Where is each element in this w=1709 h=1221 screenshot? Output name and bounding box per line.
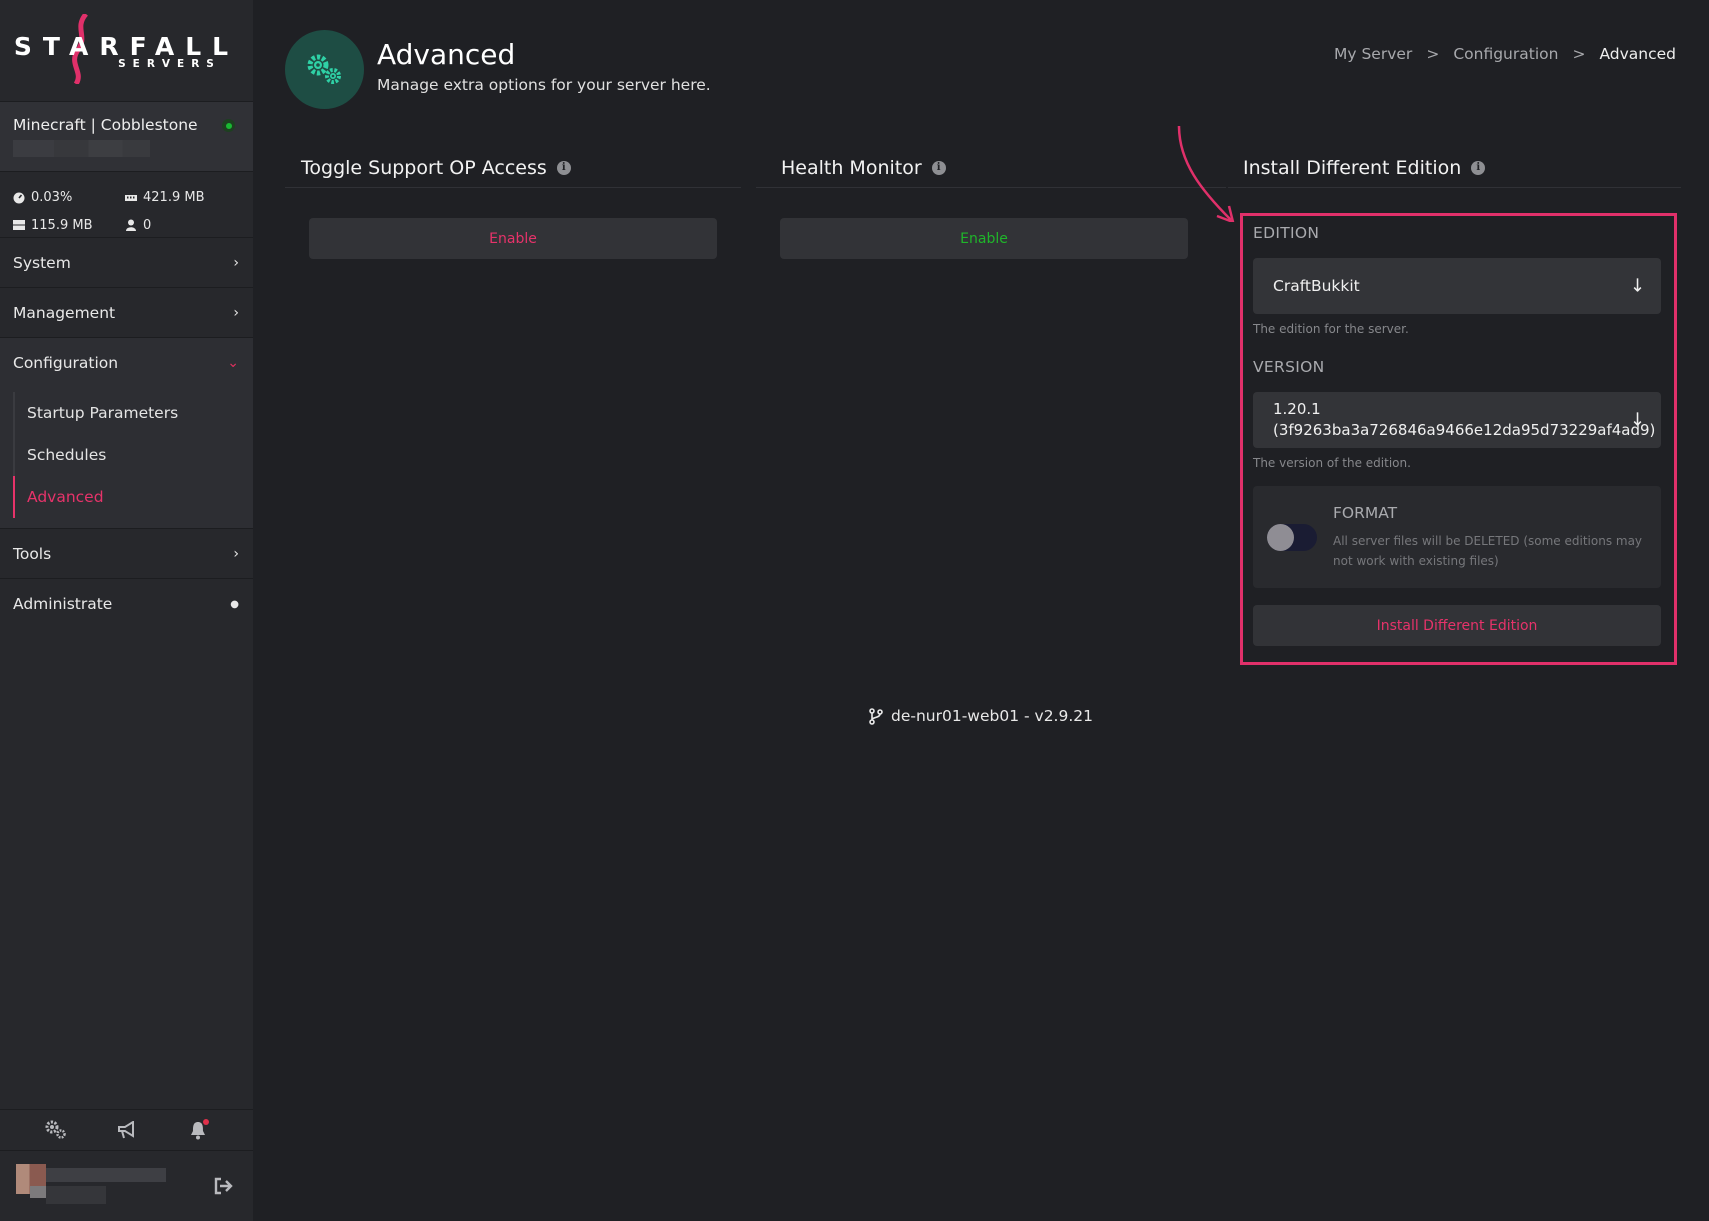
git-branch-icon [869, 707, 883, 725]
megaphone-icon[interactable] [116, 1119, 138, 1141]
chevron-right-icon: › [233, 545, 239, 562]
health-monitor-enable-button[interactable]: Enable [780, 218, 1188, 259]
sidebar-footer [0, 1109, 253, 1221]
cpu-stat: 0.03% [13, 186, 125, 210]
info-icon[interactable]: i [556, 160, 571, 175]
brand-name: STARFALL [13, 31, 240, 61]
sidebar: STARFALL SERVERS Minecraft | Cobblestone… [0, 0, 253, 1221]
nav-configuration[interactable]: Configuration ⌄ [0, 338, 253, 388]
install-edition-card: Install Different Edition i [1228, 148, 1681, 188]
format-option: FORMAT All server files will be DELETED … [1253, 486, 1661, 588]
breadcrumb-separator: > [1572, 45, 1586, 63]
version-label: VERSION [1253, 358, 1325, 376]
memory-value: 421.9 MB [143, 190, 205, 206]
gears-icon [285, 30, 364, 109]
nav-administrate[interactable]: Administrate ● [0, 579, 253, 629]
version-help: The version of the edition. [1253, 456, 1411, 470]
dot-icon: ● [230, 598, 239, 610]
nav-configuration-label: Configuration [13, 354, 119, 372]
cpu-value: 0.03% [31, 190, 73, 206]
user-icon [126, 219, 136, 232]
memory-stat: 421.9 MB [125, 186, 237, 210]
gauge-icon [13, 192, 25, 204]
nav-administrate-label: Administrate [13, 595, 113, 613]
configuration-submenu: Startup Parameters Schedules Advanced [0, 388, 253, 529]
memory-icon [125, 194, 137, 201]
main-content: Advanced Manage extra options for your s… [253, 0, 1709, 1221]
breadcrumb-configuration[interactable]: Configuration [1453, 45, 1558, 63]
version-value-line1: 1.20.1 [1273, 400, 1321, 418]
health-monitor-card: Health Monitor i Enable [756, 148, 1226, 259]
install-edition-form: EDITION CraftBukkit ↓ The edition for th… [1240, 213, 1677, 665]
settings-icon[interactable] [45, 1119, 67, 1141]
support-op-card: Toggle Support OP Access i Enable [285, 148, 741, 259]
bell-icon[interactable] [187, 1119, 209, 1141]
chevron-down-icon: ⌄ [227, 355, 239, 371]
support-op-enable-button[interactable]: Enable [309, 218, 717, 259]
version-select[interactable]: 1.20.1 (3f9263ba3a726846a9466e12da95d732… [1253, 392, 1661, 448]
page-subtitle: Manage extra options for your server her… [377, 76, 711, 94]
disk-stat: 115.9 MB [13, 214, 125, 238]
version-value-line2: (3f9263ba3a726846a9466e12da95d73229af4ad… [1273, 421, 1656, 439]
players-stat: 0 [125, 214, 237, 238]
health-monitor-title: Health Monitor [781, 156, 922, 179]
brand-sub: SERVERS [118, 57, 221, 70]
footer-version: de-nur01-web01 - v2.9.21 [253, 707, 1709, 725]
info-icon[interactable]: i [931, 160, 946, 175]
brand-logo[interactable]: STARFALL SERVERS [0, 0, 253, 102]
notification-badge [202, 1119, 209, 1125]
nav-schedules[interactable]: Schedules [15, 434, 253, 476]
nav-startup-parameters[interactable]: Startup Parameters [15, 392, 253, 434]
nav-management-label: Management [13, 303, 116, 322]
disk-icon [13, 220, 25, 231]
breadcrumb: My Server > Configuration > Advanced [1334, 45, 1676, 63]
breadcrumb-advanced: Advanced [1599, 45, 1676, 63]
arrow-down-icon: ↓ [1629, 275, 1645, 297]
user-profile[interactable] [0, 1151, 253, 1221]
install-edition-title: Install Different Edition [1243, 156, 1462, 179]
edition-help: The edition for the server. [1253, 322, 1409, 336]
nav-advanced[interactable]: Advanced [13, 476, 253, 518]
nav-tools[interactable]: Tools › [0, 529, 253, 579]
quick-actions [0, 1109, 253, 1151]
server-stats: 0.03% 421.9 MB 115.9 MB 0 [0, 172, 253, 238]
server-status-indicator [222, 119, 235, 132]
arrow-down-icon: ↓ [1629, 409, 1645, 431]
nav-tools-label: Tools [13, 544, 52, 563]
toggle-knob [1267, 524, 1294, 551]
highlight-arrow-annotation [1177, 125, 1235, 222]
nav-management[interactable]: Management › [0, 288, 253, 338]
logout-icon[interactable] [213, 1177, 233, 1195]
nav-system[interactable]: System › [0, 238, 253, 288]
chevron-right-icon: › [233, 304, 239, 321]
chevron-right-icon: › [233, 254, 239, 271]
server-address-redacted [13, 140, 150, 157]
format-description: All server files will be DELETED (some e… [1333, 534, 1643, 568]
info-icon[interactable]: i [1471, 160, 1486, 175]
edition-label: EDITION [1253, 224, 1320, 242]
edition-value: CraftBukkit [1273, 277, 1360, 295]
page-title: Advanced [377, 38, 516, 71]
avatar-redacted [16, 1164, 166, 1208]
install-different-edition-button[interactable]: Install Different Edition [1253, 605, 1661, 646]
nav-system-label: System [13, 253, 71, 272]
footer-text: de-nur01-web01 - v2.9.21 [891, 707, 1093, 725]
edition-select[interactable]: CraftBukkit ↓ [1253, 258, 1661, 314]
server-name: Minecraft | Cobblestone [13, 116, 198, 134]
format-title: FORMAT [1333, 504, 1398, 522]
breadcrumb-my-server[interactable]: My Server [1334, 45, 1412, 63]
server-info[interactable]: Minecraft | Cobblestone [0, 102, 253, 172]
players-value: 0 [143, 217, 152, 233]
format-toggle[interactable] [1267, 524, 1317, 551]
breadcrumb-separator: > [1426, 45, 1440, 63]
disk-value: 115.9 MB [31, 217, 93, 233]
support-op-title: Toggle Support OP Access [301, 156, 547, 179]
